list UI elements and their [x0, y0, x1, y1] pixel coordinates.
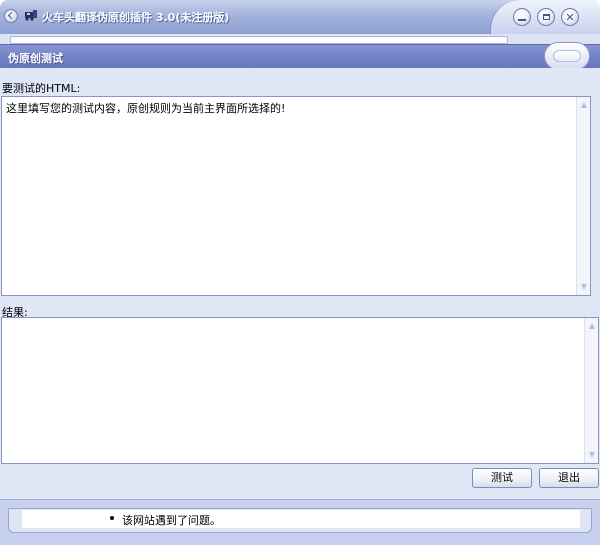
- test-button[interactable]: 测试: [472, 468, 532, 488]
- minimize-button[interactable]: [513, 8, 531, 26]
- minimize-icon: [518, 18, 526, 21]
- maximize-button[interactable]: [537, 8, 555, 26]
- maximize-icon: [542, 14, 550, 20]
- train-icon: [25, 10, 37, 21]
- scroll-down-icon[interactable]: ▼: [579, 281, 589, 293]
- input-label: 要测试的HTML:: [2, 82, 81, 95]
- toolbar-groove: [10, 36, 508, 44]
- browser-pane: 该网站遇到了问题。: [0, 500, 600, 545]
- dialog-title: 伪原创测试: [8, 52, 63, 65]
- close-icon: ✕: [565, 10, 575, 24]
- browser-content: [22, 510, 580, 528]
- scroll-down-icon[interactable]: ▼: [587, 449, 597, 461]
- bullet-icon: [110, 516, 114, 520]
- html-input-textarea[interactable]: 这里填写您的测试内容，原创规则为当前主界面所选择的! ▲ ▼: [1, 96, 591, 296]
- dialog-close-button[interactable]: [544, 42, 590, 70]
- close-button[interactable]: ✕: [561, 8, 579, 26]
- input-scrollbar[interactable]: ▲ ▼: [576, 97, 590, 295]
- app-title-bar: 火车头翻译伪原创插件 3.0(未注册版) ✕: [0, 0, 600, 34]
- result-textarea[interactable]: ▲ ▼: [1, 317, 599, 464]
- back-circle-icon[interactable]: [4, 9, 18, 23]
- result-scrollbar[interactable]: ▲ ▼: [584, 318, 598, 463]
- window-controls: ✕: [490, 0, 600, 34]
- browser-error-message: 该网站遇到了问题。: [122, 514, 221, 527]
- exit-button[interactable]: 退出: [539, 468, 599, 488]
- app-title: 火车头翻译伪原创插件 3.0(未注册版): [42, 11, 230, 24]
- scroll-up-icon[interactable]: ▲: [579, 99, 589, 111]
- dialog-title-bar: 伪原创测试: [0, 42, 600, 70]
- html-input-text: 这里填写您的测试内容，原创规则为当前主界面所选择的!: [6, 102, 286, 115]
- scroll-up-icon[interactable]: ▲: [587, 320, 597, 332]
- dialog-body: 要测试的HTML: 这里填写您的测试内容，原创规则为当前主界面所选择的! ▲ ▼…: [0, 68, 600, 500]
